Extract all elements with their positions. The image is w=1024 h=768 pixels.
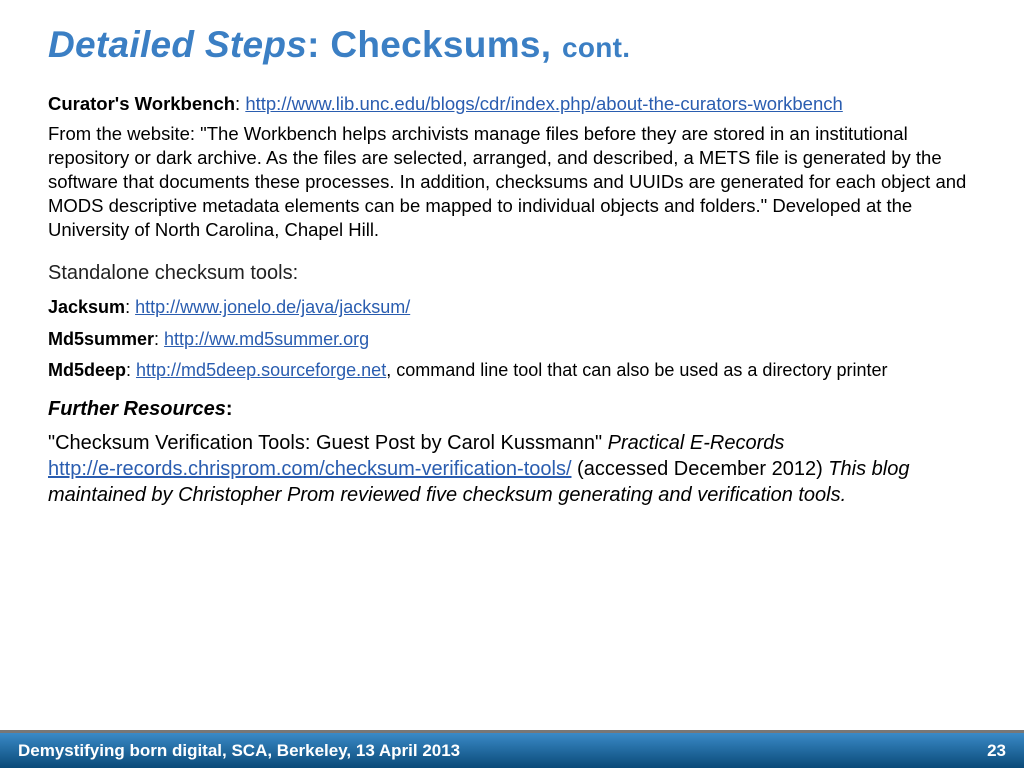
- page-number: 23: [987, 741, 1006, 761]
- standalone-heading: Standalone checksum tools:: [48, 260, 976, 286]
- tool-jacksum: Jacksum: http://www.jonelo.de/java/jacks…: [48, 296, 976, 319]
- slide: Detailed Steps: Checksums, cont. Curator…: [0, 0, 1024, 768]
- tool-md5deep: Md5deep: http://md5deep.sourceforge.net,…: [48, 359, 976, 382]
- md5deep-tail: , command line tool that can also be use…: [386, 360, 887, 380]
- further-quote: "Checksum Verification Tools: Guest Post…: [48, 432, 608, 454]
- further-link[interactable]: http://e-records.chrisprom.com/checksum-…: [48, 458, 572, 480]
- further-source: Practical E-Records: [608, 432, 785, 454]
- footer-text: Demystifying born digital, SCA, Berkeley…: [18, 741, 460, 761]
- further-resources-heading: Further Resources:: [48, 396, 976, 422]
- further-heading-colon: :: [226, 398, 233, 420]
- slide-title: Detailed Steps: Checksums, cont.: [0, 0, 1024, 78]
- text-colon: :: [235, 93, 245, 114]
- further-accessed: (accessed December 2012): [572, 458, 829, 480]
- curators-workbench-block: Curator's Workbench: http://www.lib.unc.…: [48, 92, 976, 242]
- title-part-2: : Checksums,: [307, 24, 562, 65]
- slide-footer: Demystifying born digital, SCA, Berkeley…: [0, 730, 1024, 768]
- further-heading-text: Further Resources: [48, 398, 226, 420]
- md5deep-link[interactable]: http://md5deep.sourceforge.net: [136, 360, 386, 380]
- curators-workbench-label: Curator's Workbench: [48, 93, 235, 114]
- jacksum-link[interactable]: http://www.jonelo.de/java/jacksum/: [135, 297, 410, 317]
- title-part-3: cont.: [562, 32, 630, 63]
- title-part-1: Detailed Steps: [48, 24, 307, 65]
- curators-workbench-link[interactable]: http://www.lib.unc.edu/blogs/cdr/index.p…: [245, 93, 842, 114]
- md5summer-label: Md5summer: [48, 329, 154, 349]
- curators-workbench-desc: From the website: "The Workbench helps a…: [48, 122, 976, 242]
- md5deep-label: Md5deep: [48, 360, 126, 380]
- tool-md5summer: Md5summer: http://ww.md5summer.org: [48, 328, 976, 351]
- jacksum-label: Jacksum: [48, 297, 125, 317]
- slide-content: Curator's Workbench: http://www.lib.unc.…: [0, 78, 1024, 508]
- md5summer-link[interactable]: http://ww.md5summer.org: [164, 329, 369, 349]
- further-resources-body: "Checksum Verification Tools: Guest Post…: [48, 430, 976, 508]
